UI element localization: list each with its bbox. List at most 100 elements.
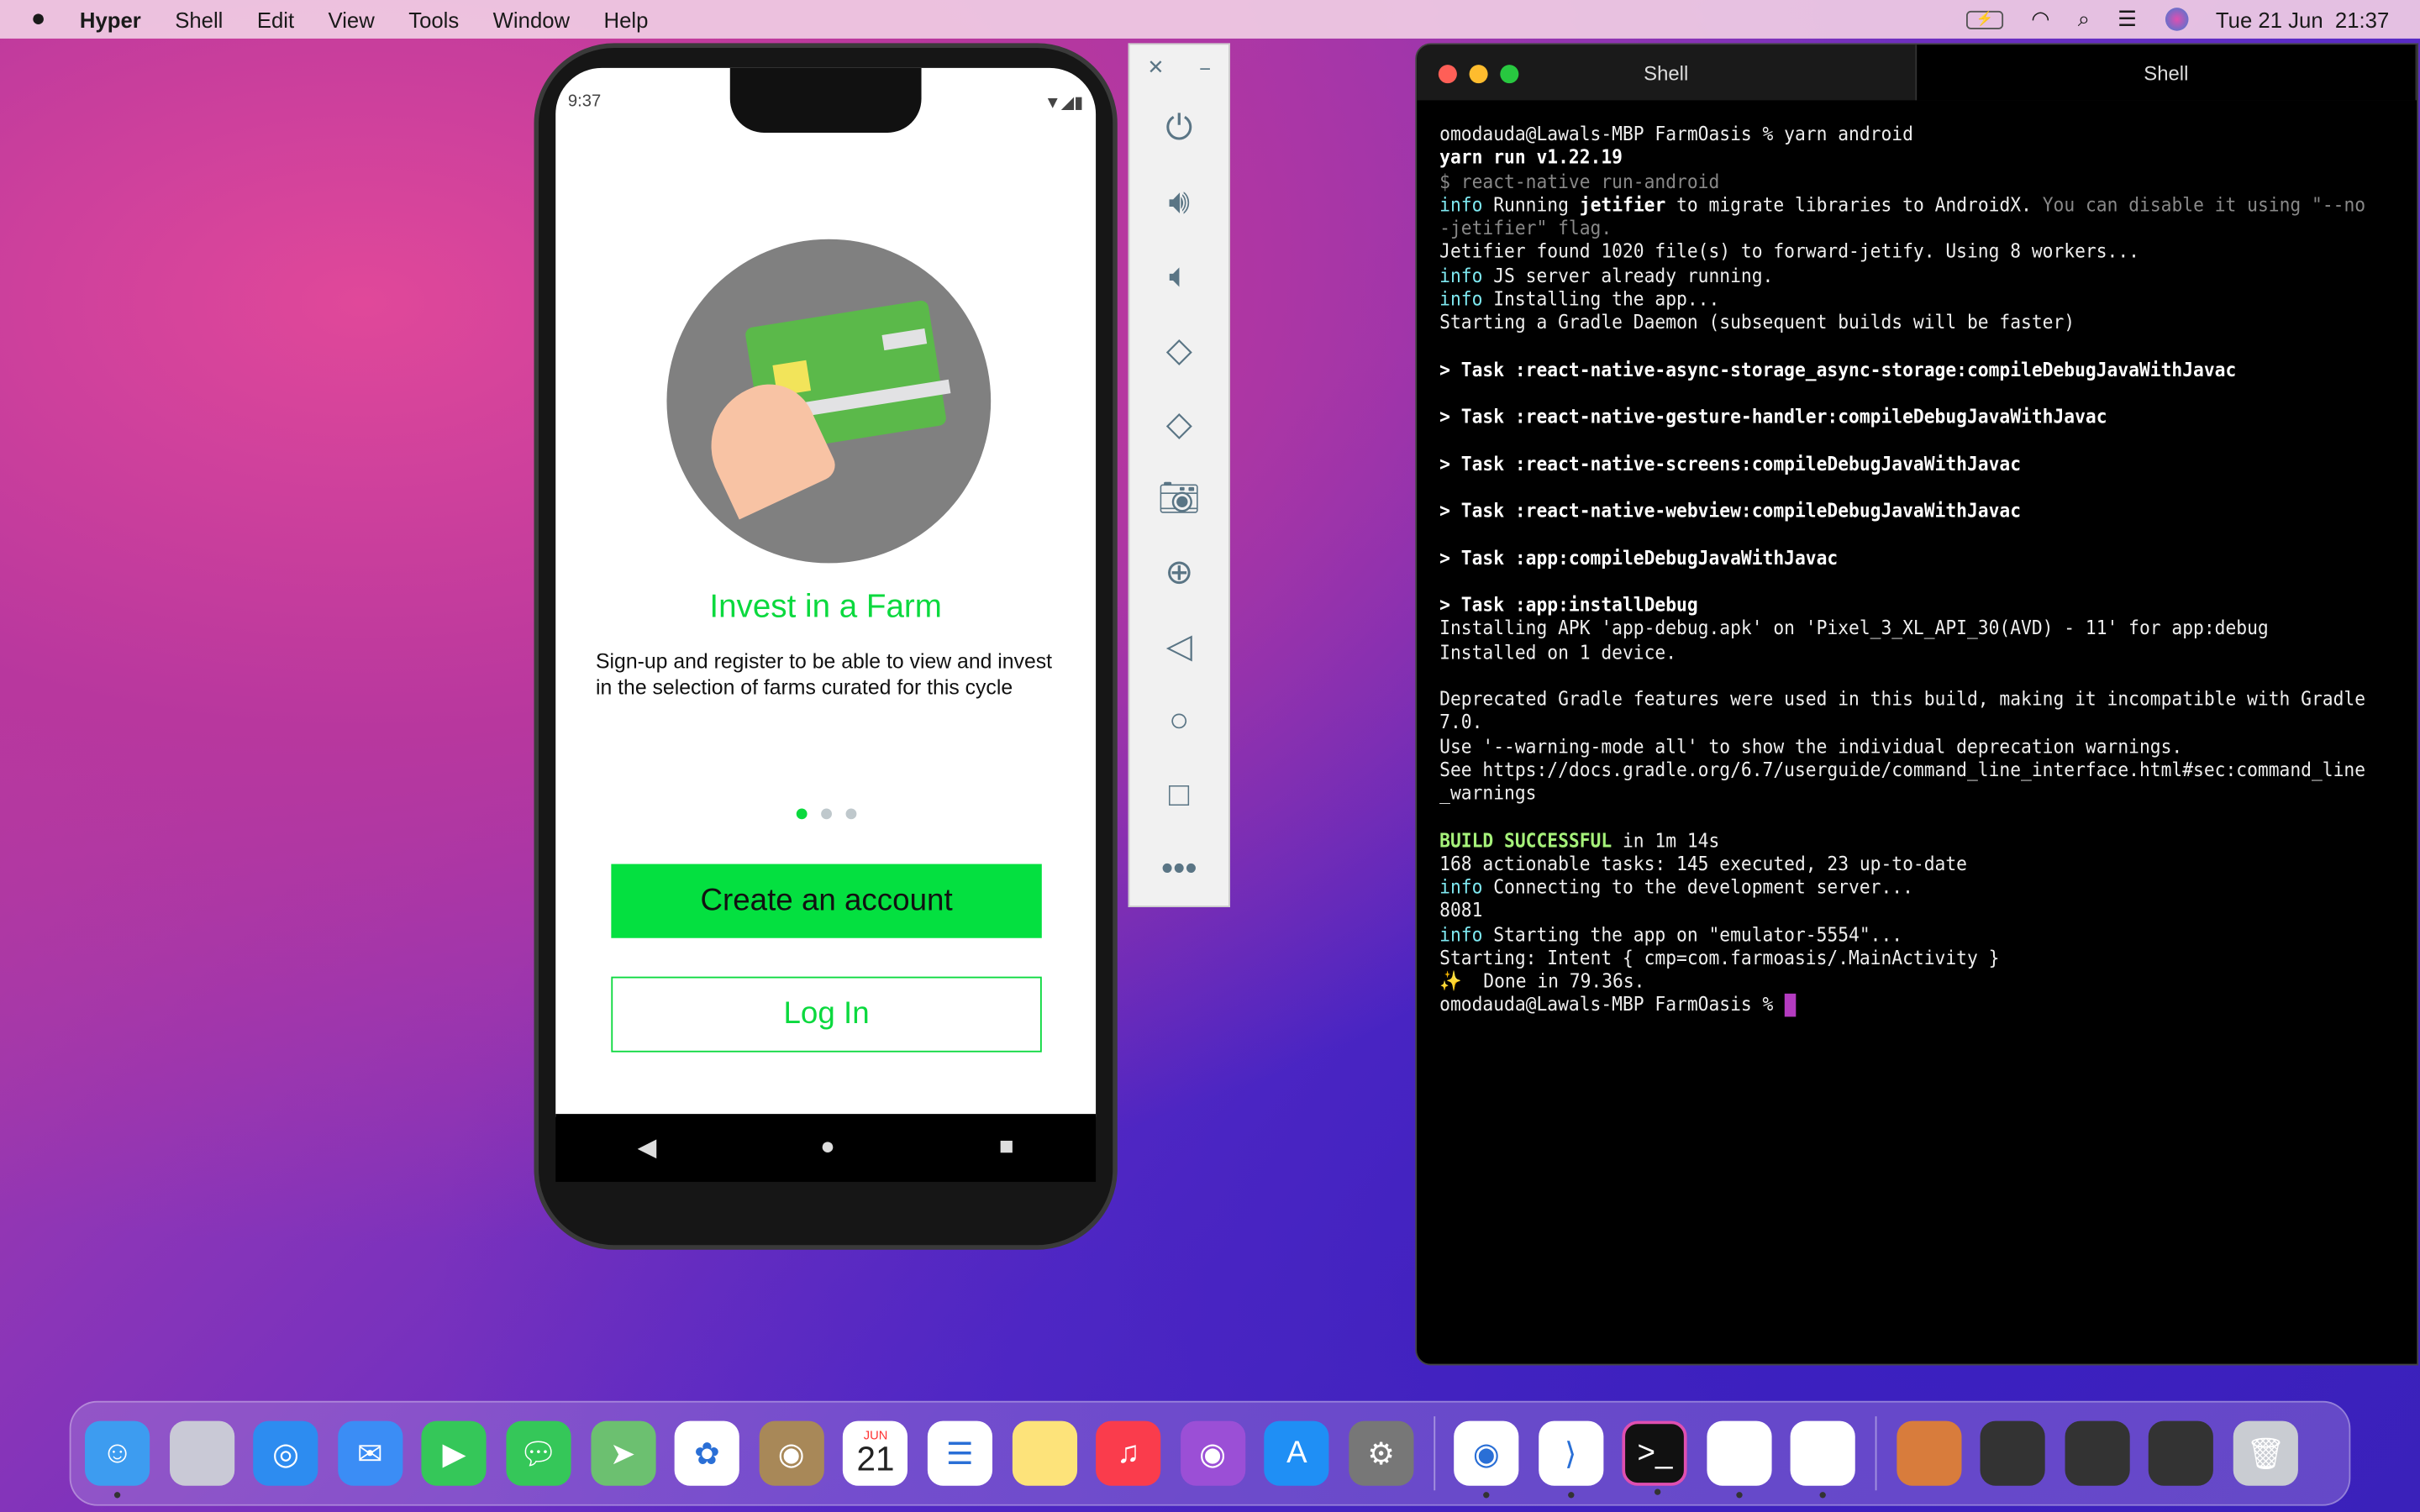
nav-home-icon[interactable]: ● [820, 1134, 835, 1162]
apple-icon[interactable]: ● [31, 5, 46, 33]
terminal-line: info Connecting to the development serve… [1439, 874, 2374, 898]
home-icon[interactable]: ○ [1129, 684, 1228, 758]
dock-contacts-icon[interactable]: ◉ [759, 1420, 824, 1486]
dock-system-preferences-icon[interactable]: ⚙ [1349, 1420, 1414, 1486]
clock[interactable]: Tue 21 Jun 21:37 [2216, 7, 2389, 31]
menu-window[interactable]: Window [493, 7, 570, 31]
terminal-text: 168 actionable tasks: 145 executed, 23 u… [1439, 851, 1967, 874]
running-indicator [1820, 1492, 1827, 1499]
running-indicator [1736, 1492, 1743, 1499]
dock-hyper-icon[interactable]: >_ [1622, 1420, 1688, 1495]
terminal-line [1439, 522, 2374, 545]
dock-window-2-icon[interactable] [2065, 1420, 2130, 1486]
volume-down-icon[interactable]: 🔈︎ [1129, 239, 1228, 313]
page-dot[interactable] [844, 808, 856, 820]
volume-up-icon[interactable]: 🔊︎ [1129, 165, 1228, 239]
menu-tools[interactable]: Tools [408, 7, 459, 31]
dock-trash-icon[interactable]: 🗑︎ [2233, 1420, 2298, 1486]
camera-icon[interactable]: 📷︎ [1129, 461, 1228, 535]
nav-back-icon[interactable]: ◀ [638, 1132, 657, 1163]
onboarding-title: Invest in a Farm [709, 589, 942, 625]
terminal-output[interactable]: omodauda@Lawals-MBP FarmOasis % yarn and… [1417, 100, 2396, 1038]
overview-icon[interactable]: □ [1129, 758, 1228, 832]
terminal-line: See https://docs.gradle.org/6.7/userguid… [1439, 757, 2374, 804]
dock-window-3-icon[interactable] [2149, 1420, 2214, 1486]
terminal-text: Jetifier found 1020 file(s) to forward-j… [1439, 239, 2139, 263]
terminal-text: info [1439, 921, 1483, 946]
menu-shell[interactable]: Shell [175, 7, 223, 31]
terminal-text: Deprecated Gradle features were used in … [1439, 686, 2376, 733]
wifi-icon[interactable]: ◠ [2031, 6, 2049, 32]
terminal-line [1439, 804, 2374, 827]
dock-android-studio-icon[interactable] [1791, 1420, 1856, 1499]
terminal-line: > Task :react-native-webview:compileDebu… [1439, 498, 2374, 522]
minimize-icon[interactable]: − [1199, 56, 1211, 80]
dock-launchpad-icon[interactable] [169, 1420, 234, 1486]
zoom-window-button[interactable] [1500, 65, 1519, 84]
search-icon[interactable]: ⌕ [2078, 6, 2090, 32]
terminal-text: > Task :react-native-webview:compileDebu… [1439, 498, 2022, 522]
onboarding-description: Sign-up and register to be able to view … [595, 649, 1053, 700]
menu-help[interactable]: Help [604, 7, 649, 31]
page-dot[interactable] [795, 808, 807, 820]
minimize-window-button[interactable] [1469, 65, 1488, 84]
power-icon[interactable]: ⏻ [1129, 91, 1228, 165]
dock-separator [1433, 1416, 1435, 1491]
signal-battery-icon: ▼◢▮ [1044, 94, 1084, 113]
dock-vscode-icon[interactable]: ⟩ [1538, 1420, 1603, 1499]
dock-notes-icon[interactable] [1012, 1420, 1077, 1486]
terminal-line: info Installing the app... [1439, 286, 2374, 310]
terminal-line: > Task :react-native-gesture-handler:com… [1439, 404, 2374, 428]
rotate-left-icon[interactable]: ◇ [1129, 313, 1228, 387]
more-icon[interactable]: ••• [1129, 832, 1228, 906]
dock-calendar-icon[interactable]: JUN 21 [843, 1420, 908, 1486]
dock-safari-icon[interactable]: ◎ [253, 1420, 318, 1486]
page-dot[interactable] [820, 808, 832, 820]
back-icon[interactable]: ◁ [1129, 610, 1228, 684]
terminal-text: info [1439, 263, 1483, 286]
dock-downloads-icon[interactable] [1896, 1420, 1961, 1486]
menu-edit[interactable]: Edit [257, 7, 294, 31]
battery-charging-icon[interactable]: ⚡ [1966, 9, 2004, 29]
terminal-text: BUILD SUCCESSFUL [1439, 827, 1612, 851]
dock-music-icon[interactable]: ♫ [1096, 1420, 1161, 1486]
nav-recents-icon[interactable]: ■ [999, 1134, 1014, 1162]
terminal-text: ✨ Done in 79.36s. [1439, 969, 1645, 993]
close-window-button[interactable] [1438, 65, 1457, 84]
dock-window-1-icon[interactable] [1980, 1420, 2046, 1486]
terminal-line: Use '--warning-mode all' to show the ind… [1439, 733, 2374, 757]
calendar-day: 21 [856, 1439, 895, 1478]
phone-screen: 9:37 ▼◢▮ Invest in a Farm Sign-up and re… [555, 67, 1097, 1117]
terminal-line: > Task :app:installDebug [1439, 592, 2374, 616]
dock-xcode-icon[interactable] [1707, 1420, 1772, 1499]
terminal-text: > Task :react-native-screens:compileDebu… [1439, 451, 2022, 475]
android-emulator-phone: 9:37 ▼◢▮ Invest in a Farm Sign-up and re… [534, 43, 1118, 1250]
dock-app-store-icon[interactable]: A [1264, 1420, 1330, 1486]
dock-facetime-icon[interactable]: ▶ [422, 1420, 487, 1486]
dock-podcasts-icon[interactable]: ◉ [1180, 1420, 1245, 1486]
dock-messages-icon[interactable]: 💬︎ [506, 1420, 571, 1486]
dock-reminders-icon[interactable]: ☰ [927, 1420, 992, 1486]
dock-photos-icon[interactable]: ✿ [674, 1420, 740, 1486]
dock-maps-icon[interactable]: ➤ [590, 1420, 655, 1486]
create-account-button[interactable]: Create an account [611, 864, 1042, 938]
terminal-text: Starting the app on "emulator-5554"... [1482, 921, 1903, 946]
close-icon[interactable]: ✕ [1147, 55, 1164, 80]
tab-shell-2[interactable]: Shell [1917, 45, 2417, 101]
zoom-icon[interactable]: ⊕ [1129, 535, 1228, 609]
terminal-text: Installing the app... [1482, 286, 1720, 310]
login-button[interactable]: Log In [611, 976, 1042, 1053]
menu-view[interactable]: View [329, 7, 375, 31]
dock-chrome-icon[interactable]: ◉ [1454, 1420, 1519, 1499]
terminal-line: BUILD SUCCESSFUL in 1m 14s [1439, 827, 2374, 851]
rotate-right-icon[interactable]: ◇ [1129, 387, 1228, 461]
menu-app-name[interactable]: Hyper [80, 7, 141, 31]
dock-finder-icon[interactable]: ☺ [85, 1420, 150, 1499]
siri-icon[interactable] [2165, 8, 2188, 31]
dock-mail-icon[interactable]: ✉ [337, 1420, 402, 1486]
terminal-text: 8081 [1439, 898, 1483, 921]
control-center-icon[interactable]: ☰ [2118, 6, 2137, 32]
